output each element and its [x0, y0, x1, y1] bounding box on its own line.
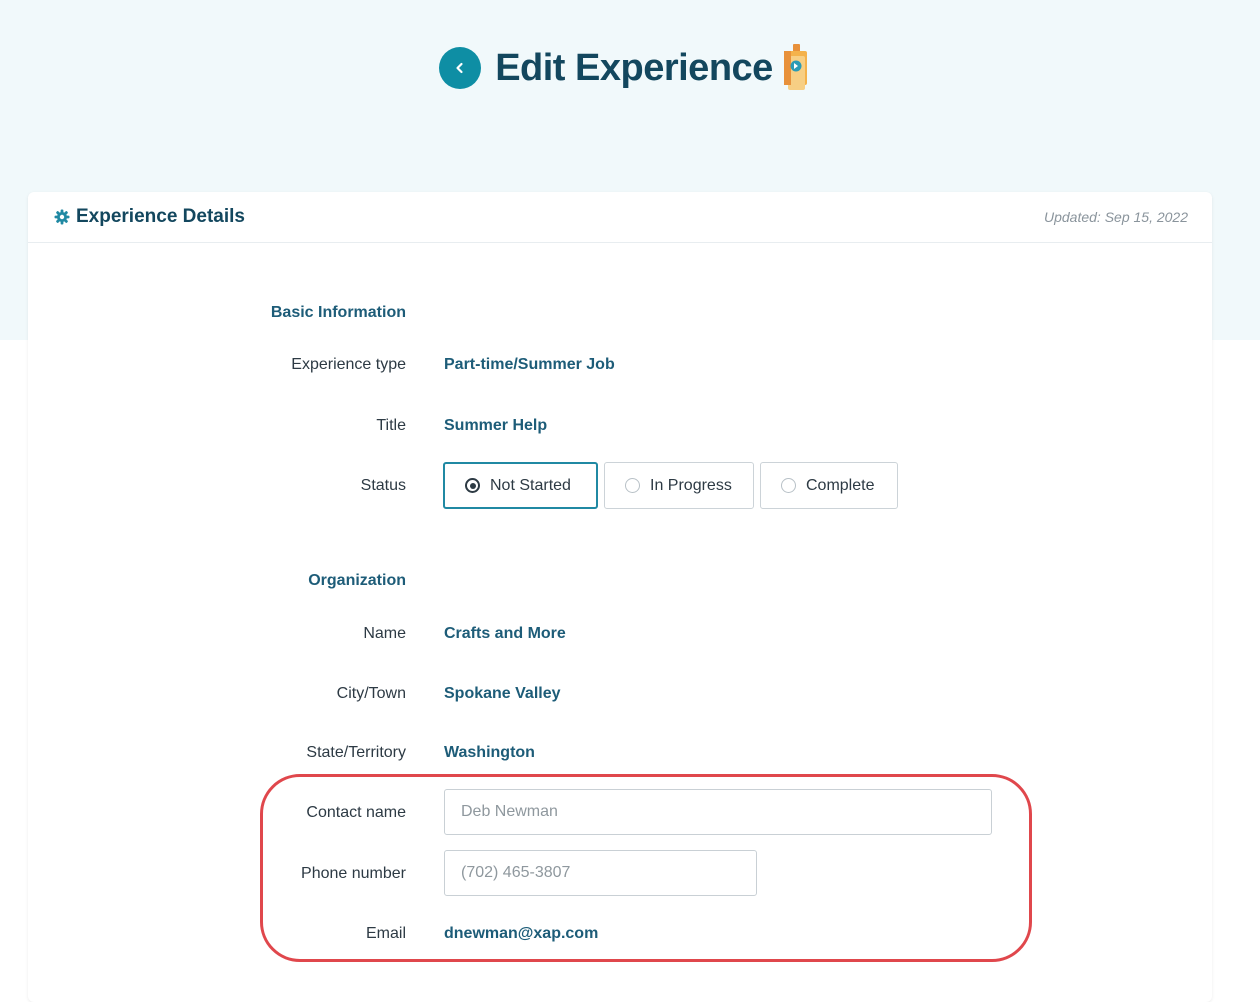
contact-name-row: Contact name: [28, 789, 1212, 835]
state-value: Washington: [444, 744, 535, 761]
email-value: dnewman@xap.com: [444, 925, 599, 942]
badge-icon: [783, 44, 807, 90]
status-option-complete[interactable]: Complete: [760, 462, 898, 509]
city-row: City/Town Spokane Valley: [28, 674, 1212, 714]
phone-label: Phone number: [301, 865, 406, 882]
state-row: State/Territory Washington: [28, 733, 1212, 773]
status-option-not-started[interactable]: Not Started: [443, 462, 598, 509]
city-label: City/Town: [336, 685, 406, 702]
section-heading-organization: Organization: [308, 572, 406, 589]
title-row: Title Summer Help: [28, 406, 1212, 446]
status-label: Status: [360, 477, 406, 494]
phone-row: Phone number: [28, 850, 1212, 896]
state-label: State/Territory: [306, 744, 406, 761]
email-row: Email dnewman@xap.com: [28, 914, 1212, 954]
organization-section: Organization: [28, 561, 1212, 601]
contact-name-label: Contact name: [306, 804, 406, 821]
status-row: Status Not Started In Progress Complete: [28, 462, 1212, 509]
contact-name-input[interactable]: [444, 789, 992, 835]
section-heading-basic-information: Basic Information: [270, 304, 406, 321]
back-button[interactable]: [439, 47, 482, 89]
city-value: Spokane Valley: [444, 685, 561, 702]
org-name-row: Name Crafts and More: [28, 614, 1212, 654]
org-name-value: Crafts and More: [444, 625, 566, 642]
card-header: Experience Details Updated: Sep 15, 2022: [28, 192, 1212, 243]
title-label: Title: [376, 417, 406, 434]
updated-timestamp: Updated: Sep 15, 2022: [1043, 209, 1188, 225]
radio-unselected-icon: [625, 478, 640, 493]
page-header: Edit Experience: [0, 40, 1260, 96]
radio-unselected-icon: [781, 478, 796, 493]
status-radio-group: Not Started In Progress Complete: [443, 462, 904, 509]
gear-icon: [54, 209, 70, 225]
org-name-label: Name: [363, 625, 406, 642]
basic-info-section: Basic Information: [28, 293, 1212, 333]
page-title: Edit Experience: [495, 46, 773, 89]
experience-type-row: Experience type Part-time/Summer Job: [28, 345, 1212, 385]
radio-selected-icon: [465, 478, 480, 493]
title-value: Summer Help: [444, 417, 548, 434]
status-option-in-progress[interactable]: In Progress: [604, 462, 754, 509]
email-label: Email: [365, 925, 406, 942]
experience-details-card: Experience Details Updated: Sep 15, 2022…: [28, 192, 1212, 1002]
chevron-left-icon: [456, 62, 463, 74]
experience-type-value: Part-time/Summer Job: [444, 356, 615, 373]
phone-number-input[interactable]: [444, 850, 757, 896]
card-title: Experience Details: [76, 206, 245, 227]
experience-type-label: Experience type: [291, 356, 406, 373]
